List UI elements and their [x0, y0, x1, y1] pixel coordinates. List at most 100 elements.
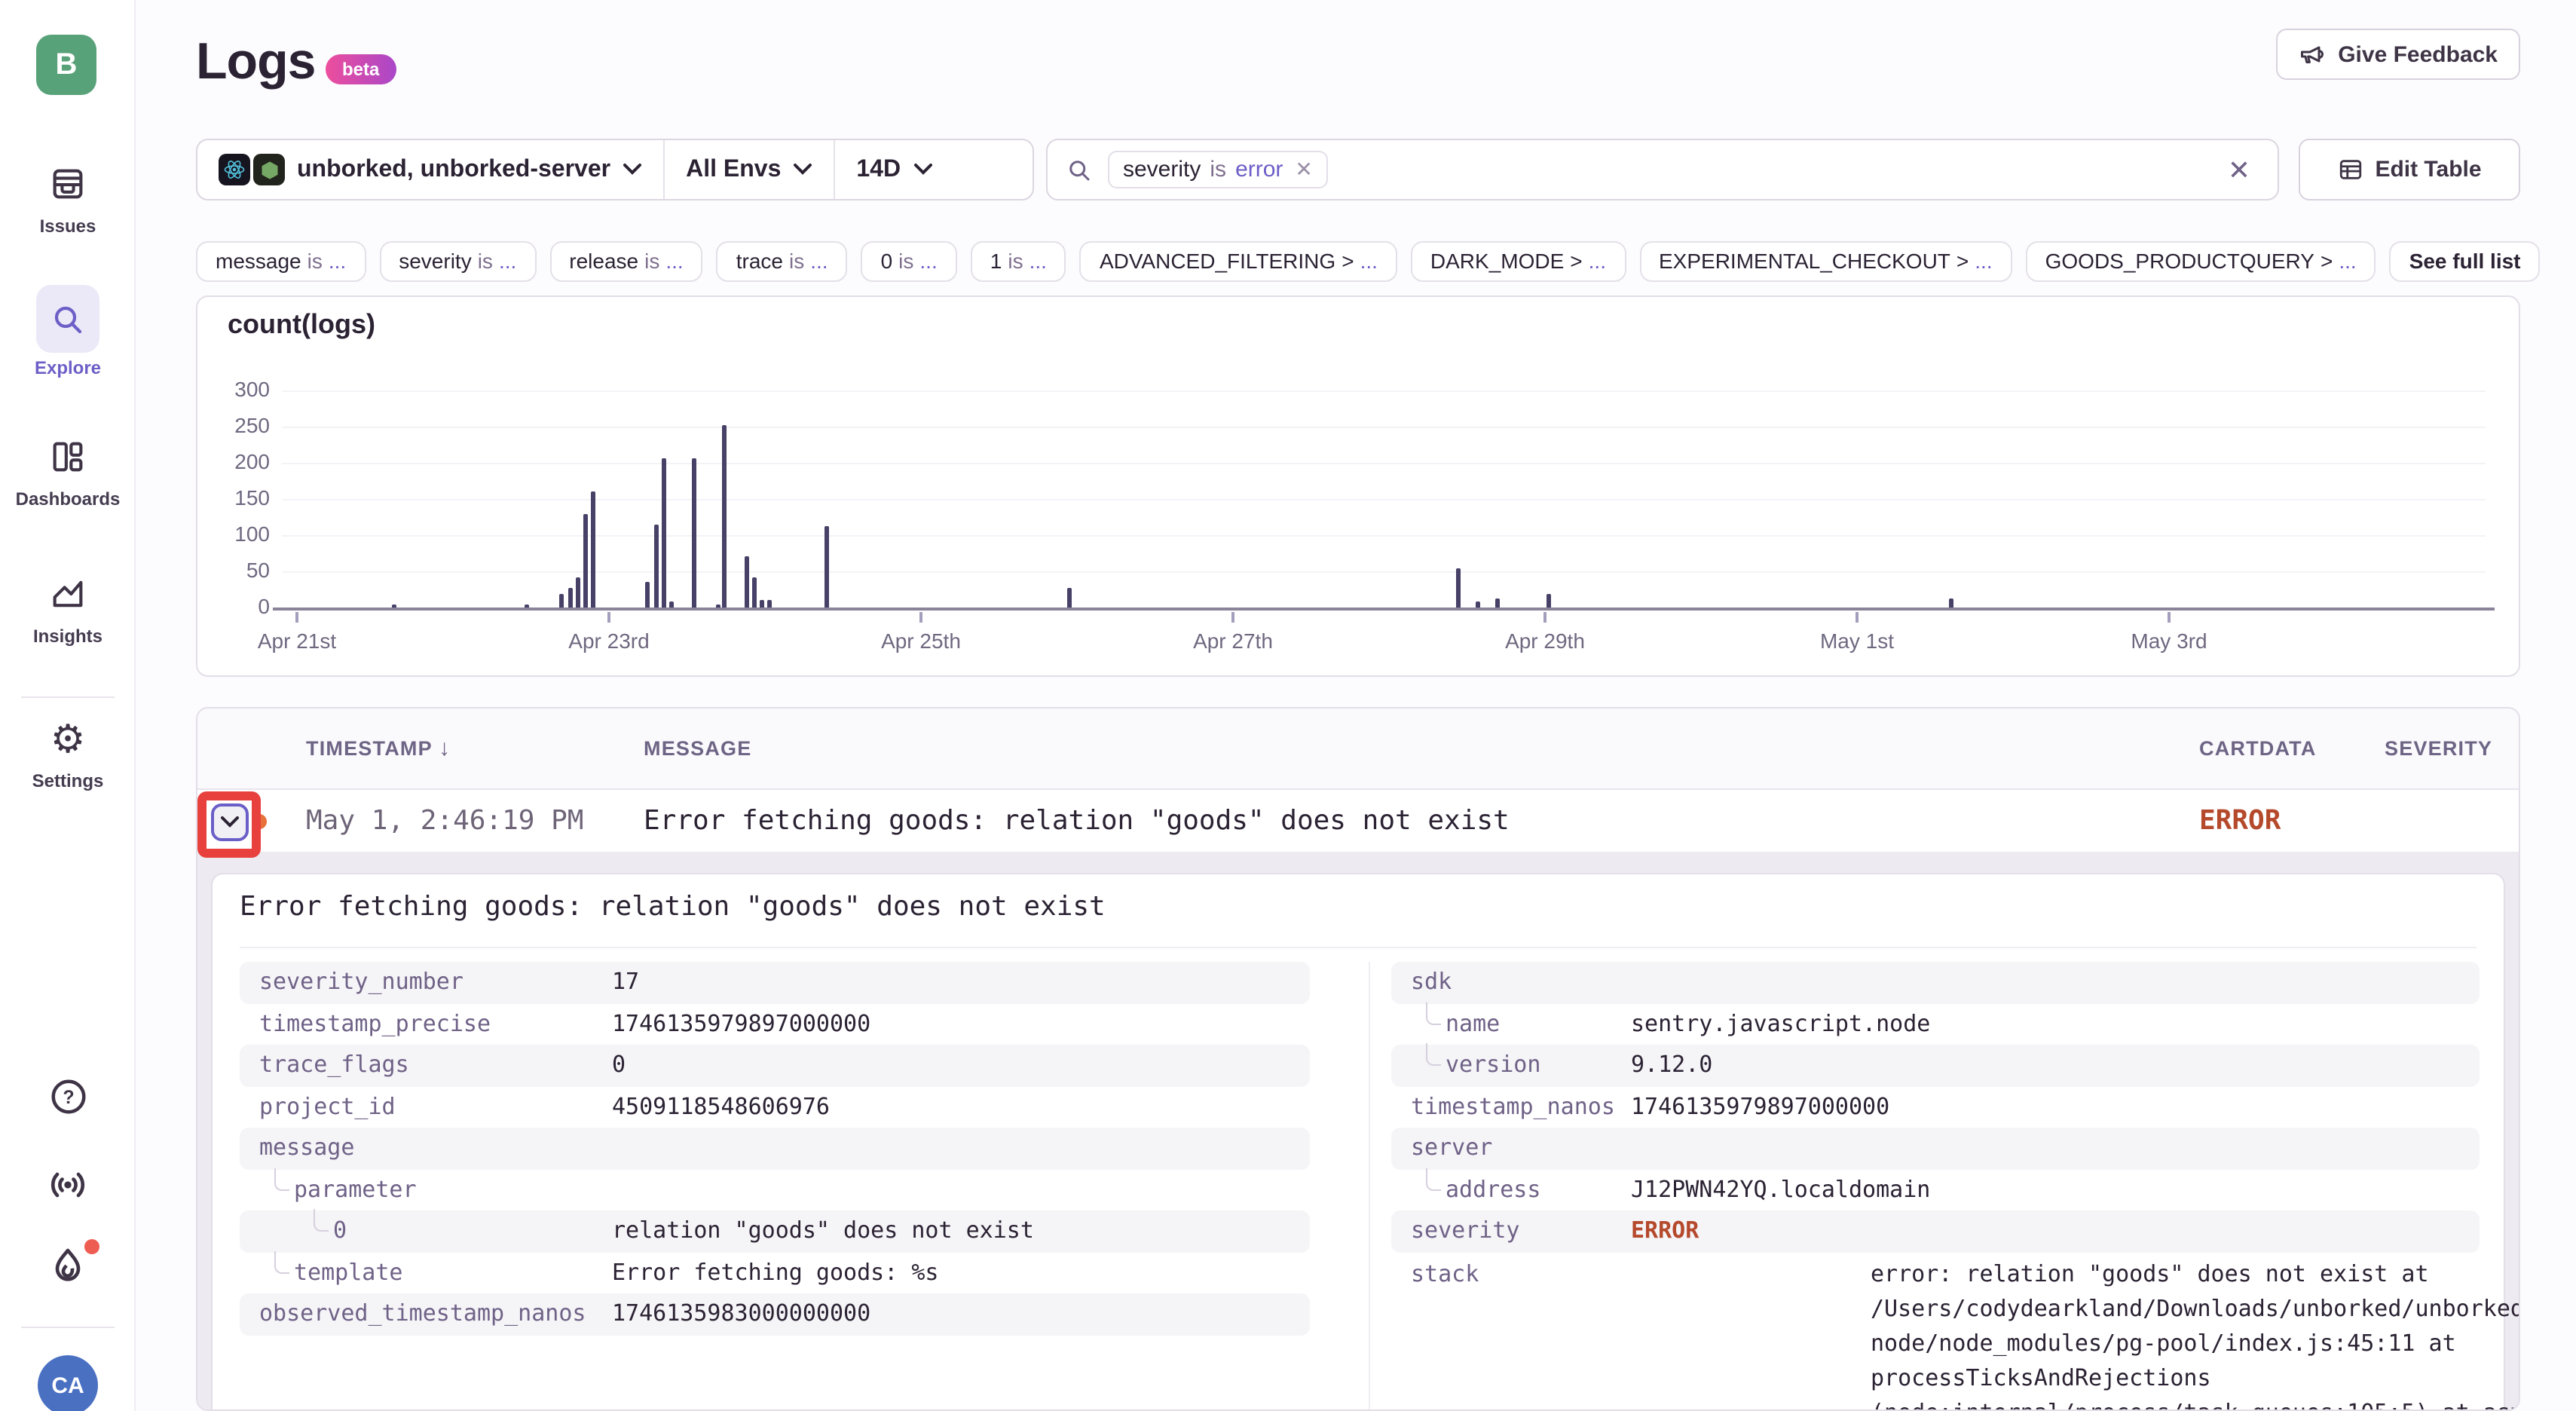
detail-attribute-row: project_id 4509118548606976 [240, 1086, 1310, 1128]
megaphone-icon [2299, 41, 2326, 68]
org-logo[interactable]: B [36, 35, 96, 95]
sidebar-item-issues[interactable]: Issues [0, 158, 136, 237]
gridline [282, 463, 2486, 464]
tree-connector [1426, 1002, 1441, 1024]
attribute-key: template [294, 1252, 403, 1293]
whats-new-button[interactable] [0, 1164, 136, 1214]
search-icon [1066, 156, 1093, 183]
gridline [282, 427, 2486, 428]
filter-chips-row: messageis... severityis... releaseis... tra… [196, 241, 2576, 282]
sidebar-item-dashboards[interactable]: Dashboards [0, 431, 136, 510]
detail-attributes-right: sdknamesentry.javascript.nodeversion9.12… [1391, 962, 2480, 1411]
attribute-value: relation "goods" does not exist [612, 1211, 1034, 1252]
log-message: Error fetching goods: relation "goods" d… [644, 790, 1510, 853]
column-header-message[interactable]: MESSAGE [644, 709, 751, 790]
tree-connector [314, 1209, 329, 1232]
log-table-row[interactable]: May 1, 2:46:19 PM Error fetching goods: … [197, 790, 2519, 853]
filter-chip[interactable]: traceis... [717, 241, 848, 282]
sidebar-item-explore[interactable]: Explore [0, 285, 136, 378]
attribute-key: server [1411, 1128, 1492, 1169]
detail-attribute-row: parameter [240, 1169, 1310, 1211]
chart-bar [767, 600, 772, 608]
expanded-row-region: Error fetching goods: relation "goods" d… [197, 853, 2519, 1411]
help-button[interactable]: ? [0, 1076, 136, 1125]
filter-chip[interactable]: 1is... [971, 241, 1066, 282]
chart-bar [752, 577, 757, 608]
search-clear-icon[interactable]: ✕ [2228, 140, 2250, 202]
x-axis-tick [607, 612, 610, 623]
attribute-key: name [1446, 1003, 1500, 1045]
sidebar-item-label: Explore [0, 357, 136, 378]
chart-bar [646, 582, 650, 608]
table-header-row: TIMESTAMP ↓ MESSAGE CARTDATA SEVERITY [197, 709, 2519, 790]
insights-icon [36, 568, 99, 620]
attribute-key: 0 [333, 1211, 347, 1252]
notification-dot [84, 1239, 99, 1254]
column-header-cartdata[interactable]: CARTDATA [2199, 709, 2317, 790]
token-remove-icon[interactable]: ✕ [1295, 157, 1312, 182]
attribute-value: 0 [612, 1045, 626, 1086]
filter-chip[interactable]: GOODS_PRODUCTQUERY>... [2026, 241, 2376, 282]
filter-chip[interactable]: releaseis... [549, 241, 702, 282]
divider [240, 947, 2477, 948]
search-input[interactable]: severity is error ✕ ✕ [1046, 139, 2279, 200]
detail-attribute-row: observed_timestamp_nanos1746135983000000… [240, 1293, 1310, 1335]
sidebar-item-settings[interactable]: ⚙ Settings [0, 715, 136, 791]
detail-attributes-left: severity_number17timestamp_precise174613… [240, 962, 1310, 1335]
tree-connector [1426, 1168, 1441, 1190]
date-range-selector[interactable]: 14D [834, 140, 953, 199]
column-header-severity[interactable]: SEVERITY [2385, 709, 2492, 790]
detail-attribute-row: message [240, 1128, 1310, 1169]
sidebar-item-label: Insights [0, 626, 136, 647]
gridline [282, 390, 2486, 392]
beta-badge: beta [326, 54, 396, 84]
x-axis-tick [2168, 612, 2171, 623]
attribute-key: severity [1411, 1211, 1520, 1252]
filter-chip[interactable]: EXPERIMENTAL_CHECKOUT>... [1639, 241, 2012, 282]
detail-attribute-row: timestamp_precise1746135979897000000 [240, 1003, 1310, 1045]
attribute-key: trace_flags [259, 1045, 409, 1086]
sidebar-item-insights[interactable]: Insights [0, 568, 136, 647]
tree-connector [274, 1168, 289, 1190]
search-filter-token[interactable]: severity is error ✕ [1108, 151, 1328, 188]
y-axis-tick-label: 100 [197, 522, 270, 546]
attribute-key: message [259, 1128, 354, 1169]
explore-active-tile [36, 285, 99, 353]
y-axis-tick-label: 300 [197, 377, 270, 401]
sidebar-item-label: Settings [0, 770, 136, 791]
attribute-value: 4509118548606976 [612, 1086, 830, 1128]
attribute-key: sdk [1411, 962, 1452, 1003]
y-axis-tick-label: 50 [197, 558, 270, 582]
sidebar-item-label: Issues [0, 216, 136, 237]
attribute-key: address [1446, 1169, 1540, 1211]
column-header-timestamp[interactable]: TIMESTAMP ↓ [306, 709, 450, 790]
chart-bar [1067, 588, 1072, 608]
filter-chip[interactable]: DARK_MODE>... [1411, 241, 1626, 282]
onboarding-button[interactable] [0, 1245, 136, 1295]
x-axis-tick-label: Apr 21st [207, 629, 387, 653]
environment-selector-label: All Envs [686, 156, 781, 183]
filter-chip[interactable]: 0is... [861, 241, 957, 282]
chart-bar [825, 526, 830, 608]
chart-bar [591, 491, 595, 608]
detail-attribute-row: templateError fetching goods: %s [240, 1252, 1310, 1293]
edit-table-label: Edit Table [2375, 157, 2481, 182]
edit-table-button[interactable]: Edit Table [2299, 139, 2520, 200]
sidebar-divider [21, 1327, 115, 1328]
attribute-key: project_id [259, 1086, 396, 1128]
see-full-list-button[interactable]: See full list [2390, 241, 2541, 282]
environment-selector[interactable]: All Envs [663, 140, 834, 199]
svg-text:?: ? [62, 1088, 73, 1108]
chart-bar [1546, 595, 1550, 608]
attribute-value: error: relation "goods" does not exist a… [1871, 1256, 2520, 1411]
filter-chip[interactable]: messageis... [196, 241, 366, 282]
chart-bar [669, 601, 674, 608]
y-axis-tick-label: 0 [197, 594, 270, 618]
x-axis-tick [1856, 612, 1859, 623]
give-feedback-button[interactable]: Give Feedback [2276, 29, 2520, 80]
user-avatar[interactable]: CA [38, 1355, 98, 1411]
filter-chip[interactable]: severityis... [379, 241, 536, 282]
node-platform-icon [253, 154, 285, 185]
project-selector[interactable]: unborked, unborked-server [197, 140, 663, 199]
filter-chip[interactable]: ADVANCED_FILTERING>... [1080, 241, 1397, 282]
